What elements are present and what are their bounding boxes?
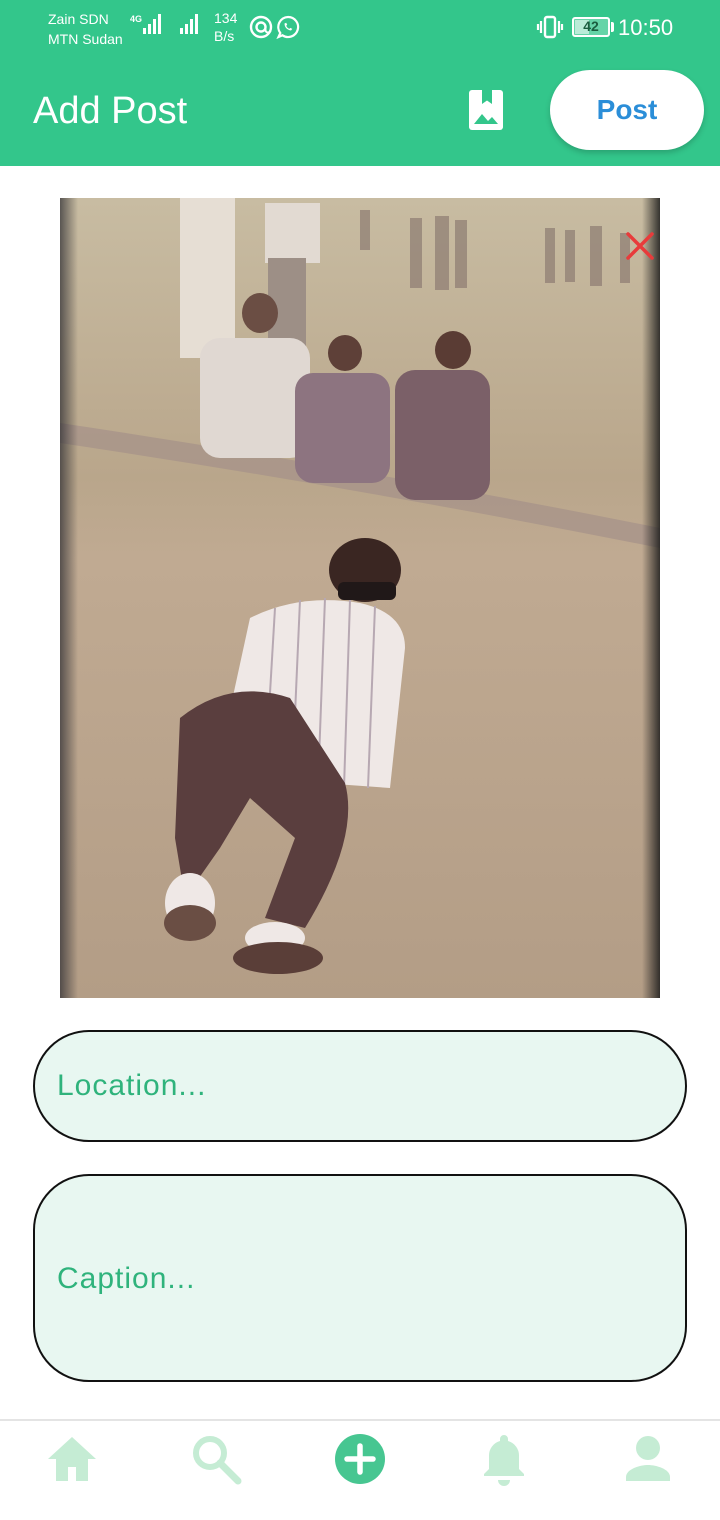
signal-icon: 4G [130,14,163,34]
bookmark-image-icon[interactable] [466,88,506,132]
post-button[interactable]: Post [550,70,704,150]
carrier-2: MTN Sudan [48,31,123,47]
bell-icon[interactable] [476,1431,532,1487]
home-icon[interactable] [44,1431,100,1487]
page-title: Add Post [33,90,188,132]
battery-icon: 42 [572,17,610,37]
signal-icon-2 [180,14,200,34]
net-speed-value: 134 [214,10,238,26]
person-icon[interactable] [620,1431,676,1487]
location-input[interactable] [33,1030,687,1142]
net-speed-unit: B/s [214,28,235,44]
vibrate-icon [536,15,564,39]
caption-input[interactable] [33,1174,687,1382]
net-speed: 134 B/s [214,9,237,45]
battery-level: 42 [583,18,599,34]
carrier-1: Zain SDN [48,11,109,27]
battery-tip [611,22,614,32]
close-icon[interactable] [624,230,656,262]
selected-photo [60,198,660,998]
carrier-labels: Zain SDN MTN Sudan [48,9,123,49]
add-circle-icon[interactable] [332,1431,388,1487]
status-bar: Zain SDN MTN Sudan 4G 134 B/s 42 10:50 [0,0,720,56]
network-tag: 4G [130,14,143,24]
clock: 10:50 [618,15,674,40]
search-icon[interactable] [188,1431,244,1487]
at-sign-icon [249,15,273,39]
bottom-nav [0,1419,720,1520]
whatsapp-icon [276,15,300,40]
